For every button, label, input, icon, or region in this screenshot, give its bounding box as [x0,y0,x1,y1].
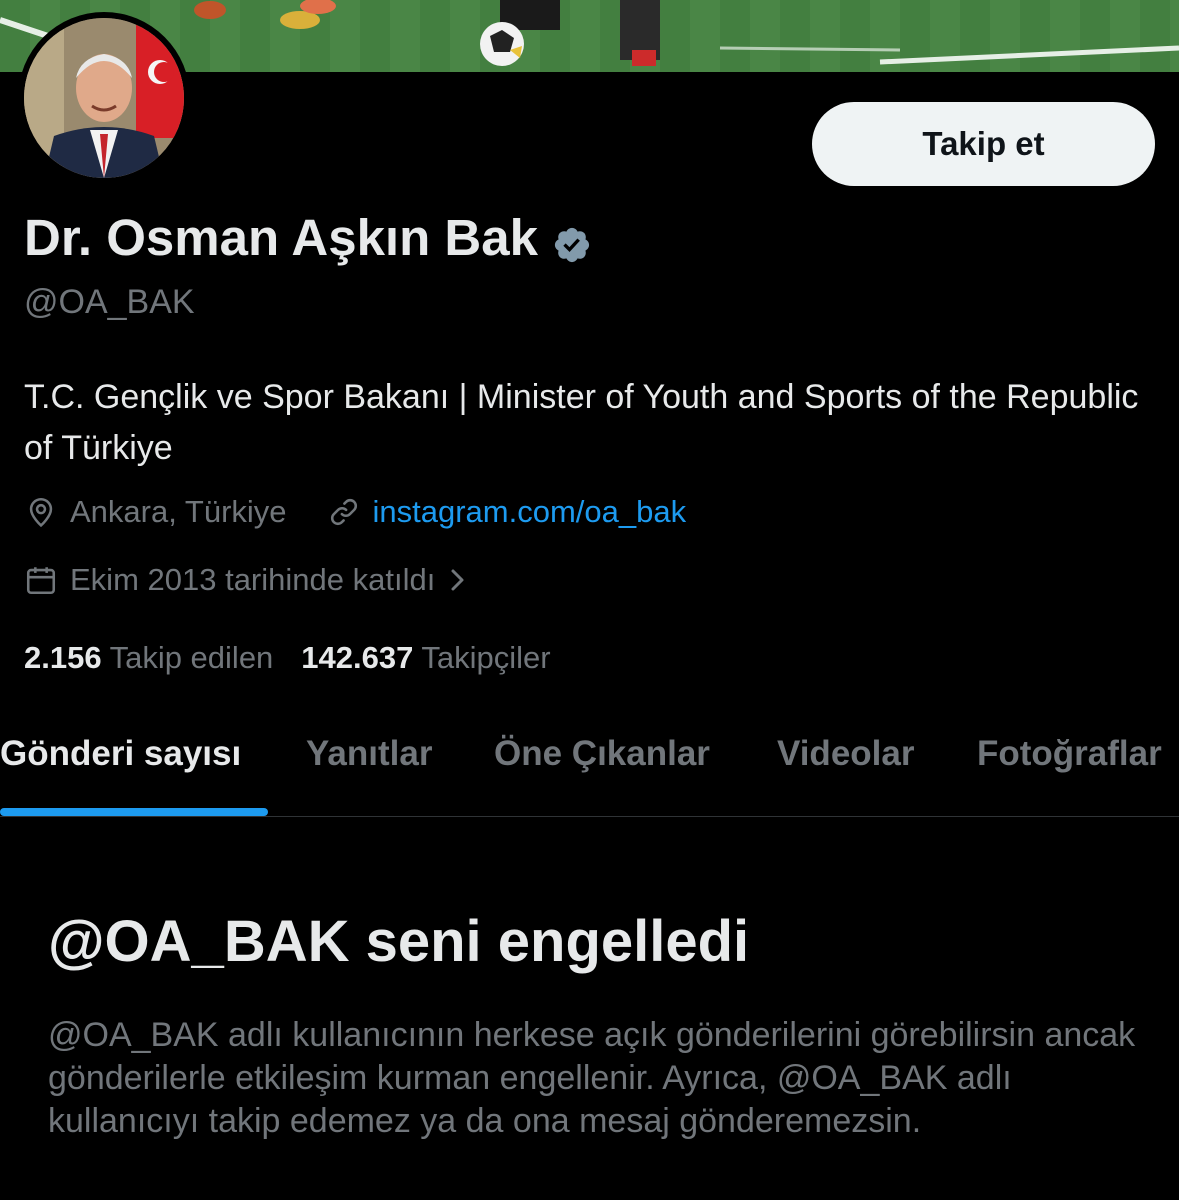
following-count: 2.156 [24,640,102,675]
verified-badge-icon[interactable] [552,218,592,262]
tab-highlights[interactable]: Öne Çıkanlar [494,734,710,774]
follow-button[interactable]: Takip et [812,102,1155,186]
followers-link[interactable]: 142.637 Takipçiler [301,640,550,676]
profile-meta-row: Ankara, Türkiye instagram.com/oa_bak [24,494,686,530]
location-pin-icon [24,495,58,529]
tab-posts[interactable]: Gönderi sayısı [0,734,241,774]
active-tab-indicator [0,808,268,816]
chevron-right-icon [447,565,469,595]
following-link[interactable]: 2.156 Takip edilen [24,640,273,676]
tab-videos[interactable]: Videolar [777,734,914,774]
profile-joined-row[interactable]: Ekim 2013 tarihinde katıldı [24,562,469,598]
tab-replies[interactable]: Yanıtlar [306,734,432,774]
following-label: Takip edilen [109,640,274,675]
display-name: Dr. Osman Aşkın Bak [24,209,538,266]
profile-website-link[interactable]: instagram.com/oa_bak [373,494,687,530]
profile-stats: 2.156 Takip edilen 142.637 Takipçiler [24,640,551,676]
followers-count: 142.637 [301,640,414,675]
profile-name-row: Dr. Osman Aşkın Bak [24,208,592,267]
profile-avatar[interactable] [18,12,190,184]
blocked-notice-message: @OA_BAK adlı kullanıcının herkese açık g… [48,1016,1136,1140]
tab-photos[interactable]: Fotoğraflar [977,734,1162,774]
profile-tabs: Gönderi sayısı Yanıtlar Öne Çıkanlar Vid… [0,712,1179,817]
profile-joined-date: Ekim 2013 tarihinde katıldı [70,562,436,597]
followers-label: Takipçiler [421,640,551,675]
blocked-notice-title: @OA_BAK seni engelledi [48,909,750,974]
avatar-photo [24,18,184,178]
profile-location: Ankara, Türkiye [70,494,287,529]
profile-bio: T.C. Gençlik ve Spor Bakanı | Minister o… [24,378,1139,467]
profile-handle: @OA_BAK [24,283,195,321]
calendar-icon [24,563,58,597]
link-icon [327,495,361,529]
